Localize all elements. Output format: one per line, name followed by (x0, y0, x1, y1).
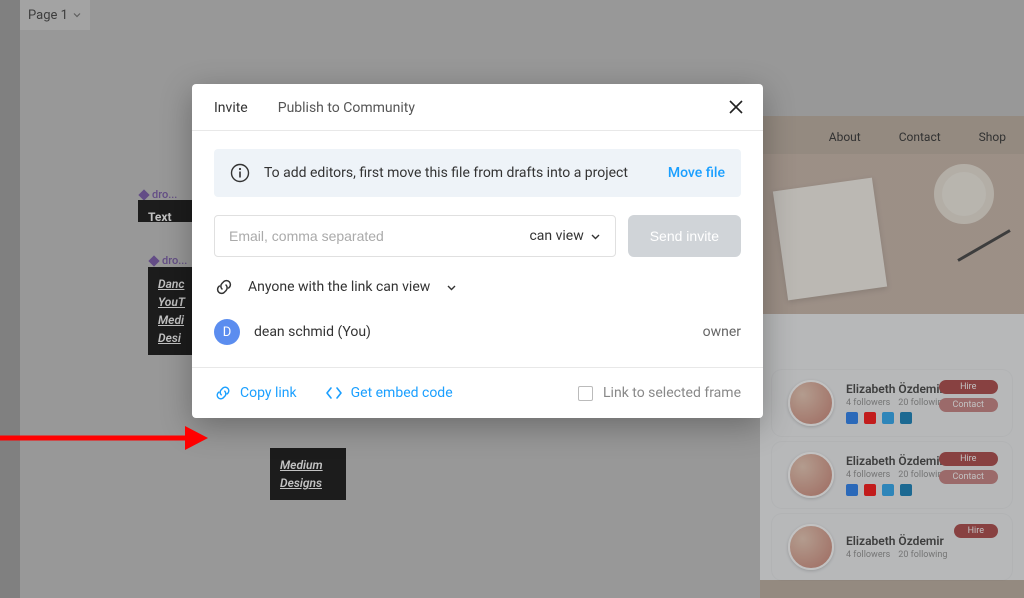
copy-link-button[interactable]: Copy link (214, 384, 297, 402)
member-role: owner (703, 324, 741, 340)
chevron-down-icon (590, 231, 601, 242)
info-text: To add editors, first move this file fro… (264, 165, 628, 181)
move-file-link[interactable]: Move file (668, 165, 725, 181)
tab-publish[interactable]: Publish to Community (278, 100, 415, 116)
modal-tabs: Invite Publish to Community (192, 84, 763, 131)
share-modal: Invite Publish to Community To add edito… (192, 84, 763, 418)
tab-invite[interactable]: Invite (214, 100, 248, 116)
copy-link-label: Copy link (240, 385, 297, 401)
link-to-frame-label: Link to selected frame (603, 385, 741, 401)
member-row: D dean schmid (You) owner (214, 319, 741, 345)
close-button[interactable] (727, 98, 745, 120)
info-banner: To add editors, first move this file fro… (214, 149, 741, 197)
checkbox-icon (578, 386, 593, 401)
send-invite-button[interactable]: Send invite (628, 215, 741, 257)
member-avatar: D (214, 319, 240, 345)
member-name: dean schmid (You) (254, 324, 371, 340)
link-to-frame-toggle[interactable]: Link to selected frame (578, 385, 741, 401)
code-icon (325, 384, 343, 402)
close-icon (727, 98, 745, 116)
link-icon (214, 384, 232, 402)
email-input-wrap[interactable]: can view (214, 215, 616, 257)
embed-code-label: Get embed code (351, 385, 453, 401)
link-icon (214, 277, 234, 297)
email-input[interactable] (229, 228, 529, 244)
modal-footer: Copy link Get embed code Link to selecte… (192, 367, 763, 418)
link-access-row[interactable]: Anyone with the link can view (214, 277, 741, 297)
info-icon (230, 163, 250, 183)
chevron-down-icon (446, 282, 457, 293)
permission-select[interactable]: can view (529, 228, 600, 244)
embed-code-button[interactable]: Get embed code (325, 384, 453, 402)
permission-label: can view (529, 228, 583, 244)
link-access-label: Anyone with the link can view (248, 279, 430, 295)
